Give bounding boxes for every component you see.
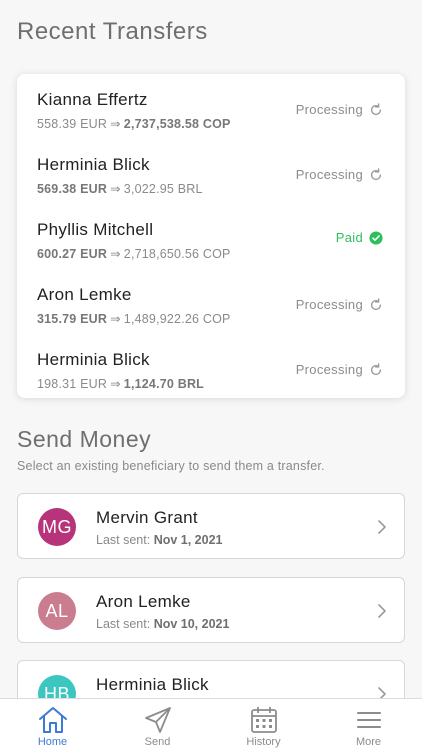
- last-sent: Last sent: Nov 1, 2021: [96, 533, 222, 547]
- transfer-amounts: 558.39 EUR ⇒ 2,737,538.58 COP: [37, 116, 231, 131]
- tab-send[interactable]: Send: [105, 699, 210, 750]
- tab-label: Send: [144, 736, 171, 748]
- page-title: Recent Transfers: [17, 18, 208, 45]
- transfer-amounts: 315.79 EUR ⇒ 1,489,922.26 COP: [37, 311, 231, 326]
- refresh-icon: [370, 102, 382, 115]
- arrow-icon: ⇒: [110, 377, 121, 391]
- tab-history[interactable]: History: [211, 699, 316, 750]
- status-label: Processing: [295, 362, 363, 377]
- transfer-recipient-name: Herminia Blick: [37, 350, 150, 369]
- transfer-to-amount: 3,022.95 BRL: [123, 182, 203, 196]
- arrow-icon: ⇒: [110, 247, 121, 261]
- transfer-recipient-name: Aron Lemke: [37, 285, 132, 304]
- beneficiary-name: Herminia Blick: [96, 675, 209, 694]
- transfer-from-amount: 198.31 EUR: [37, 377, 108, 391]
- status-label: Processing: [295, 297, 363, 312]
- refresh-icon: [370, 297, 382, 310]
- arrow-icon: ⇒: [110, 182, 121, 196]
- beneficiary-name: Mervin Grant: [96, 508, 198, 527]
- transfer-to-amount: 2,718,650.56 COP: [123, 247, 231, 261]
- send-money-title: Send Money: [17, 426, 152, 452]
- status-badge: Processing: [296, 167, 383, 182]
- tab-more[interactable]: More: [316, 699, 421, 750]
- transfer-recipient-name: Kianna Effertz: [37, 90, 148, 109]
- status-badge: Processing: [296, 362, 383, 377]
- transfer-amounts: 198.31 EUR ⇒ 1,124.70 BRL: [37, 376, 204, 391]
- status-label: Processing: [295, 167, 363, 182]
- status-badge: Processing: [296, 102, 383, 117]
- transfer-row[interactable]: Herminia Blick 198.31 EUR ⇒ 1,124.70 BRL P…: [17, 338, 405, 403]
- avatar: MG: [38, 508, 76, 546]
- last-sent-date: Nov 1, 2021: [153, 533, 223, 547]
- avatar: AL: [38, 592, 76, 630]
- transfer-from-amount: 600.27 EUR: [37, 247, 108, 261]
- last-sent-label: Last sent:: [96, 533, 151, 547]
- send-icon: [144, 707, 171, 733]
- beneficiary-card[interactable]: MG Mervin Grant Last sent: Nov 1, 2021: [17, 493, 405, 559]
- transfer-row[interactable]: Kianna Effertz 558.39 EUR ⇒ 2,737,538.58 C…: [17, 78, 405, 143]
- transfer-recipient-name: Herminia Blick: [37, 155, 150, 174]
- chevron-right-icon: [378, 520, 386, 534]
- status-label: Processing: [295, 102, 363, 117]
- transfer-amounts: 600.27 EUR ⇒ 2,718,650.56 COP: [37, 246, 231, 261]
- transfer-from-amount: 315.79 EUR: [37, 312, 108, 326]
- recent-transfers-card: Kianna Effertz 558.39 EUR ⇒ 2,737,538.58 C…: [17, 74, 405, 398]
- transfer-amounts: 569.38 EUR ⇒ 3,022.95 BRL: [37, 181, 203, 196]
- status-badge: Paid: [336, 230, 383, 245]
- transfer-from-amount: 558.39 EUR: [37, 117, 108, 131]
- chevron-right-icon: [378, 604, 386, 618]
- tab-home[interactable]: Home: [0, 699, 105, 750]
- calendar-icon: [250, 707, 277, 733]
- arrow-icon: ⇒: [110, 312, 121, 326]
- beneficiary-card[interactable]: AL Aron Lemke Last sent: Nov 10, 2021: [17, 577, 405, 643]
- tab-label: More: [355, 736, 382, 748]
- transfer-to-amount: 1,489,922.26 COP: [123, 312, 231, 326]
- tab-label: Home: [37, 736, 68, 748]
- menu-icon: [356, 712, 381, 728]
- refresh-icon: [370, 167, 382, 180]
- bottom-tab-bar: Home Send History More: [0, 698, 422, 750]
- transfer-to-amount: 2,737,538.58 COP: [123, 117, 231, 131]
- beneficiary-name: Aron Lemke: [96, 592, 191, 611]
- check-circle-icon: [369, 230, 383, 245]
- transfer-row[interactable]: Phyllis Mitchell 600.27 EUR ⇒ 2,718,650.56…: [17, 208, 405, 273]
- last-sent: Last sent: Nov 10, 2021: [96, 617, 229, 631]
- status-label: Paid: [335, 230, 363, 245]
- transfer-row[interactable]: Herminia Blick 569.38 EUR ⇒ 3,022.95 BRL P…: [17, 143, 405, 208]
- transfer-from-amount: 569.38 EUR: [37, 182, 108, 196]
- home-icon: [38, 707, 67, 733]
- last-sent-label: Last sent:: [96, 617, 151, 631]
- transfer-to-amount: 1,124.70 BRL: [123, 377, 205, 391]
- refresh-icon: [370, 362, 382, 375]
- transfer-row[interactable]: Aron Lemke 315.79 EUR ⇒ 1,489,922.26 COP P…: [17, 273, 405, 338]
- arrow-icon: ⇒: [110, 117, 121, 131]
- transfer-recipient-name: Phyllis Mitchell: [37, 220, 154, 239]
- tab-label: History: [246, 736, 281, 748]
- send-money-subtitle: Select an existing beneficiary to send t…: [17, 459, 325, 473]
- last-sent-date: Nov 10, 2021: [153, 617, 230, 631]
- status-badge: Processing: [296, 297, 383, 312]
